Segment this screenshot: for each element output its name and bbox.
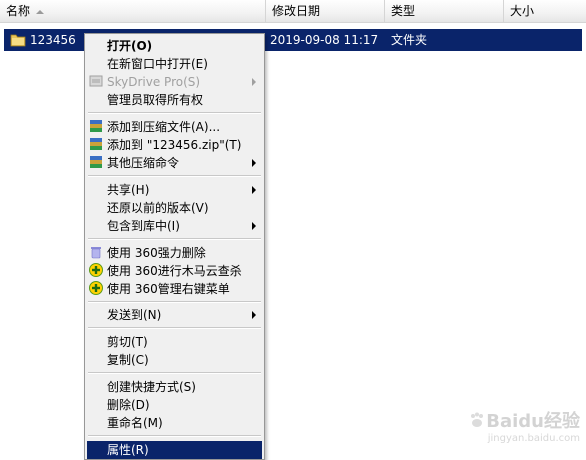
submenu-arrow-icon bbox=[252, 159, 256, 167]
menu-item-label: 发送到(N) bbox=[107, 308, 162, 322]
menu-separator bbox=[88, 238, 261, 240]
folder-icon bbox=[10, 34, 26, 47]
column-type-header[interactable]: 类型 bbox=[385, 0, 504, 22]
menu-item-include-library[interactable]: 包含到库中(I) bbox=[87, 217, 262, 235]
submenu-arrow-icon bbox=[252, 222, 256, 230]
column-type-label: 类型 bbox=[391, 4, 416, 18]
menu-item-label: 属性(R) bbox=[107, 443, 149, 457]
column-name-label: 名称 bbox=[6, 4, 31, 18]
baidu-watermark: Baidu经验 jingyan.baidu.com bbox=[468, 407, 580, 444]
menu-item-label: 创建快捷方式(S) bbox=[107, 380, 196, 394]
menu-item-label: 管理员取得所有权 bbox=[107, 93, 204, 107]
menu-item-label: 使用 360管理右键菜单 bbox=[107, 282, 230, 296]
menu-item-open-new-window[interactable]: 在新窗口中打开(E) bbox=[87, 55, 262, 73]
menu-item-360-manage-menu[interactable]: 使用 360管理右键菜单 bbox=[87, 280, 262, 298]
menu-item-label: 删除(D) bbox=[107, 398, 150, 412]
winrar-icon bbox=[90, 120, 102, 132]
column-date-header[interactable]: 修改日期 bbox=[266, 0, 385, 22]
menu-separator bbox=[88, 301, 261, 303]
sort-ascending-icon bbox=[36, 9, 45, 14]
menu-separator bbox=[88, 112, 261, 114]
menu-item-label: SkyDrive Pro(S) bbox=[107, 75, 201, 89]
menu-item-share[interactable]: 共享(H) bbox=[87, 181, 262, 199]
menu-item-label: 剪切(T) bbox=[107, 335, 148, 349]
menu-separator bbox=[88, 372, 261, 374]
menu-item-properties[interactable]: 属性(R) bbox=[87, 441, 262, 459]
menu-item-take-ownership[interactable]: 管理员取得所有权 bbox=[87, 91, 262, 109]
winrar-icon bbox=[90, 156, 102, 168]
menu-item-send-to[interactable]: 发送到(N) bbox=[87, 306, 262, 324]
watermark-brand-row: Baidu经验 bbox=[468, 407, 580, 433]
baidu-paw-icon bbox=[471, 412, 484, 427]
skydrive-icon bbox=[89, 75, 103, 87]
menu-item-copy[interactable]: 复制(C) bbox=[87, 351, 262, 369]
menu-item-label: 重命名(M) bbox=[107, 416, 163, 430]
360-plus-icon bbox=[89, 263, 103, 277]
submenu-arrow-icon bbox=[252, 78, 256, 86]
column-name-header[interactable]: 名称 bbox=[0, 0, 266, 22]
menu-separator bbox=[88, 435, 261, 437]
winrar-icon bbox=[90, 138, 102, 150]
menu-separator bbox=[88, 327, 261, 329]
menu-item-rename[interactable]: 重命名(M) bbox=[87, 414, 262, 432]
menu-item-create-shortcut[interactable]: 创建快捷方式(S) bbox=[87, 378, 262, 396]
menu-item-delete[interactable]: 删除(D) bbox=[87, 396, 262, 414]
watermark-url: jingyan.baidu.com bbox=[487, 433, 580, 444]
menu-item-label: 使用 360强力删除 bbox=[107, 246, 206, 260]
column-size-label: 大小 bbox=[510, 4, 535, 18]
context-menu: 打开(O) 在新窗口中打开(E) SkyDrive Pro(S) 管理员取得所有… bbox=[84, 33, 265, 460]
submenu-arrow-icon bbox=[252, 311, 256, 319]
360-plus-icon bbox=[89, 281, 103, 295]
menu-item-label: 在新窗口中打开(E) bbox=[107, 57, 208, 71]
file-name: 123456 bbox=[30, 33, 76, 47]
menu-separator bbox=[88, 175, 261, 177]
submenu-arrow-icon bbox=[252, 186, 256, 194]
menu-item-360-force-delete[interactable]: 使用 360强力删除 bbox=[87, 244, 262, 262]
menu-item-label: 复制(C) bbox=[107, 353, 149, 367]
menu-item-add-to-archive[interactable]: 添加到压缩文件(A)... bbox=[87, 118, 262, 136]
menu-item-label: 打开(O) bbox=[107, 39, 153, 53]
menu-item-label: 添加到 "123456.zip"(T) bbox=[107, 138, 242, 152]
menu-item-open[interactable]: 打开(O) bbox=[87, 37, 262, 55]
trash-can-icon bbox=[91, 247, 101, 259]
menu-item-add-to-zip[interactable]: 添加到 "123456.zip"(T) bbox=[87, 136, 262, 154]
column-date-label: 修改日期 bbox=[272, 4, 321, 18]
menu-item-cut[interactable]: 剪切(T) bbox=[87, 333, 262, 351]
file-date: 2019-09-08 11:17 bbox=[270, 33, 379, 47]
menu-item-label: 使用 360进行木马云查杀 bbox=[107, 264, 242, 278]
menu-item-skydrive: SkyDrive Pro(S) bbox=[87, 73, 262, 91]
menu-item-label: 还原以前的版本(V) bbox=[107, 201, 209, 215]
menu-item-360-trojan-scan[interactable]: 使用 360进行木马云查杀 bbox=[87, 262, 262, 280]
column-size-header[interactable]: 大小 bbox=[504, 0, 586, 22]
menu-item-label: 其他压缩命令 bbox=[107, 156, 180, 170]
menu-item-restore-versions[interactable]: 还原以前的版本(V) bbox=[87, 199, 262, 217]
menu-item-other-compress[interactable]: 其他压缩命令 bbox=[87, 154, 262, 172]
menu-item-label: 共享(H) bbox=[107, 183, 150, 197]
file-type: 文件夹 bbox=[391, 33, 428, 47]
menu-item-label: 添加到压缩文件(A)... bbox=[107, 120, 221, 134]
column-header: 名称 修改日期 类型 大小 bbox=[0, 0, 586, 23]
menu-item-label: 包含到库中(I) bbox=[107, 219, 180, 233]
watermark-brand: Baidu经验 bbox=[486, 411, 580, 432]
